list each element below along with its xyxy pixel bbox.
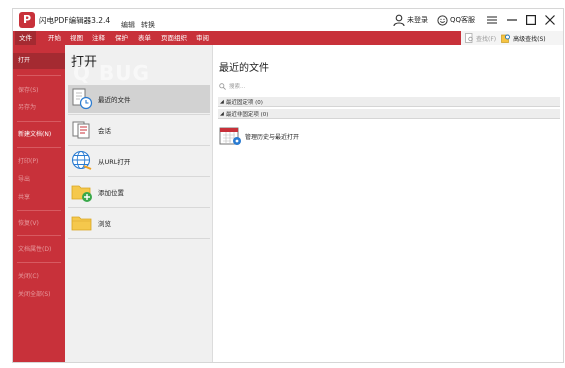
tab-form[interactable]: 表单 <box>134 31 155 45</box>
menu-save[interactable]: 保存(S) <box>13 83 65 99</box>
open-panel-divider <box>68 207 210 208</box>
menu-edit[interactable]: 编辑 <box>121 20 135 30</box>
open-panel-divider <box>68 238 210 239</box>
calendar-gear-icon <box>219 127 241 145</box>
qq-service-label: QQ客服 <box>450 16 476 24</box>
open-panel: 打开 最近的文件 会话 从URL打开 添加位置 浏览 <box>65 45 213 362</box>
browse[interactable]: 浏览 <box>68 209 210 237</box>
open-session[interactable]: 会话 <box>68 116 210 144</box>
menu-recover[interactable]: 恢复(V) <box>13 216 65 232</box>
manage-history-button[interactable]: 管理历史与最近打开 <box>219 125 299 147</box>
close-button[interactable] <box>543 13 557 27</box>
maximize-button[interactable] <box>524 13 538 27</box>
menu-document-properties[interactable]: 文档属性(D) <box>13 242 65 258</box>
group-pinned-label: 最近固定项 (0) <box>225 99 263 106</box>
qq-service-button[interactable]: QQ客服 <box>437 13 475 27</box>
menu-new-document[interactable]: 新建文档(N) <box>13 127 65 143</box>
recent-search-placeholder: 搜索... <box>229 84 246 90</box>
menu-divider <box>17 235 61 236</box>
menu-share[interactable]: 共享 <box>13 190 65 206</box>
menu-divider <box>17 75 61 76</box>
login-label: 未登录 <box>407 16 428 24</box>
open-session-label: 会话 <box>98 127 111 135</box>
menu-print[interactable]: 打印(P) <box>13 154 65 170</box>
smile-icon <box>437 14 448 26</box>
folder-icon <box>71 216 92 231</box>
advanced-find-button[interactable]: 高级查找(S) <box>501 33 546 43</box>
watermark: Q BUG <box>73 61 150 85</box>
open-recent-files[interactable]: 最近的文件 <box>68 85 210 113</box>
tab-file[interactable]: 文件 <box>15 31 36 45</box>
menu-divider <box>17 147 61 148</box>
menu-button[interactable] <box>485 13 499 27</box>
tab-protect[interactable]: 保护 <box>111 31 132 45</box>
recent-files-icon <box>72 88 93 110</box>
minimize-button[interactable] <box>505 13 519 27</box>
manage-history-label: 管理历史与最近打开 <box>245 133 300 141</box>
menu-divider <box>17 121 61 122</box>
search-icon <box>219 82 226 90</box>
menu-divider <box>17 262 61 263</box>
maximize-icon <box>526 15 536 25</box>
tab-page-organize[interactable]: 页面组织 <box>157 31 191 45</box>
close-icon <box>545 15 555 25</box>
menu-close[interactable]: 关闭(C) <box>13 269 65 285</box>
recent-files-panel: 最近的文件 搜索... ◢ 最近固定项 (0) ◢ 最近非固定项 (0) 管理历… <box>213 45 563 362</box>
triangle-down-icon: ◢ <box>220 98 224 105</box>
login-button[interactable]: 未登录 <box>393 13 428 27</box>
advanced-find-icon <box>501 34 511 43</box>
menu-save-as[interactable]: 另存为 <box>13 100 65 116</box>
open-panel-divider <box>68 114 210 115</box>
app-title: 闪电PDF编辑器3.2.4 <box>39 16 111 25</box>
tab-view[interactable]: 视图 <box>66 31 87 45</box>
user-icon <box>393 14 405 26</box>
globe-icon <box>71 150 92 170</box>
minimize-icon <box>507 19 517 21</box>
tab-annotate[interactable]: 注释 <box>88 31 109 45</box>
add-location-label: 添加位置 <box>98 189 124 197</box>
find-label: 查找(F) <box>476 35 497 43</box>
add-folder-icon <box>71 185 92 202</box>
menu-open[interactable]: 打开 <box>13 53 65 69</box>
open-from-url-label: 从URL打开 <box>98 158 131 166</box>
menu-convert[interactable]: 转换 <box>141 20 155 30</box>
tab-review[interactable]: 审阅 <box>192 31 213 45</box>
find-button[interactable]: 查找(F) <box>465 33 496 43</box>
open-from-url[interactable]: 从URL打开 <box>68 147 210 175</box>
file-backstage-menu: 打开 保存(S) 另存为 新建文档(N) 打印(P) 导出 共享 恢复(V) 文… <box>13 45 65 362</box>
app-window: P 闪电PDF编辑器3.2.4 编辑 转换 未登录 QQ客服 文件 开始 视图 … <box>12 8 564 363</box>
recent-files-title: 最近的文件 <box>219 63 269 74</box>
recent-search-input[interactable]: 搜索... <box>219 81 559 91</box>
title-bar: P 闪电PDF编辑器3.2.4 编辑 转换 未登录 QQ客服 <box>13 9 563 31</box>
add-location[interactable]: 添加位置 <box>68 178 210 206</box>
open-recent-files-label: 最近的文件 <box>98 96 131 104</box>
menu-close-all[interactable]: 关闭全部(S) <box>13 287 65 303</box>
app-logo-icon: P <box>19 12 35 28</box>
hamburger-icon <box>487 16 497 24</box>
advanced-find-label: 高级查找(S) <box>513 35 546 43</box>
browse-label: 浏览 <box>98 220 111 228</box>
find-doc-icon <box>465 33 473 43</box>
open-panel-divider <box>68 145 210 146</box>
session-icon <box>72 121 90 139</box>
menu-divider <box>17 210 61 211</box>
triangle-down-icon: ◢ <box>220 110 224 117</box>
open-panel-divider <box>68 176 210 177</box>
ribbon-search-area: 查找(F) 高级查找(S) <box>461 31 563 45</box>
menu-export[interactable]: 导出 <box>13 172 65 188</box>
group-pinned[interactable]: ◢ 最近固定项 (0) <box>218 97 560 107</box>
tab-start[interactable]: 开始 <box>44 31 65 45</box>
group-unpinned[interactable]: ◢ 最近非固定项 (0) <box>218 109 560 119</box>
group-unpinned-label: 最近非固定项 (0) <box>225 111 269 118</box>
